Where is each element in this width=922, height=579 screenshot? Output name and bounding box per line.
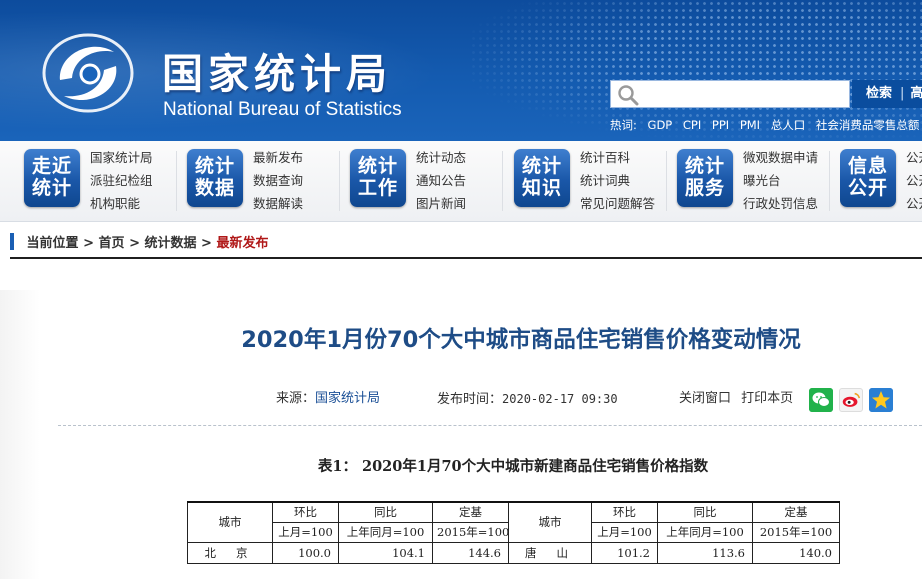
- value-cell: 140.0: [752, 541, 840, 564]
- nav-link[interactable]: 通知公告: [416, 172, 466, 195]
- search-button[interactable]: 检索 | 高: [852, 80, 922, 108]
- hot-word-link[interactable]: 总人口: [771, 118, 806, 132]
- nav-badge-data[interactable]: 统计 数据: [187, 149, 243, 207]
- nav-link[interactable]: 曝光台: [743, 172, 818, 195]
- nav-link[interactable]: 行政处罚信息: [743, 195, 818, 218]
- column-header-city: 城市: [187, 501, 273, 543]
- breadcrumb-statistics[interactable]: 统计数据: [145, 236, 197, 251]
- column-header-base: 定基: [752, 501, 840, 523]
- breadcrumb-label: 当前位置: [26, 236, 79, 251]
- wechat-share-icon[interactable]: [809, 388, 833, 412]
- nav-link[interactable]: 公开: [906, 149, 922, 172]
- column-header-yoy: 同比: [657, 501, 753, 523]
- hot-word-link[interactable]: 社会消费品零售总额: [816, 118, 920, 132]
- nav-group-disclosure: 信息 公开 公开 公开 公开: [840, 149, 922, 215]
- source-link[interactable]: 国家统计局: [315, 391, 380, 406]
- publish-time: 发布时间：2020-02-17 09:30: [437, 392, 618, 407]
- print-page-link[interactable]: 打印本页: [741, 391, 793, 406]
- search-input[interactable]: [645, 83, 845, 105]
- nav-badge-knowledge[interactable]: 统计 知识: [514, 149, 570, 207]
- column-base-2015: 2015年=100: [752, 521, 840, 543]
- nav-link[interactable]: 图片新闻: [416, 195, 466, 218]
- column-base-2015: 2015年=100: [432, 521, 509, 543]
- breadcrumb-separator: >: [201, 236, 212, 251]
- nav-link[interactable]: 常见问题解答: [580, 195, 655, 218]
- table-caption: 表1： 2020年1月70个大中城市新建商品住宅销售价格指数: [317, 458, 709, 475]
- hot-word-link[interactable]: PPI: [712, 118, 729, 132]
- nav-badge-work[interactable]: 统计 工作: [350, 149, 406, 207]
- nav-divider: [176, 151, 177, 211]
- city-cell: 唐山: [508, 541, 592, 564]
- breadcrumb-home[interactable]: 首页: [99, 236, 125, 251]
- hot-word-link[interactable]: PMI: [740, 118, 760, 132]
- nav-link[interactable]: 统计词典: [580, 172, 655, 195]
- advanced-search-link[interactable]: 高: [910, 86, 922, 101]
- article-source: 来源：国家统计局: [276, 391, 381, 406]
- main-nav: 走近 统计 国家统计局 派驻纪检组 机构职能 统计 数据 最新发布 数据查询 数…: [0, 141, 922, 222]
- article-title: 2020年1月份70个大中城市商品住宅销售价格变动情况: [241, 327, 801, 353]
- nav-badge-service[interactable]: 统计 服务: [677, 149, 733, 207]
- hot-word-link[interactable]: GDP: [648, 118, 673, 132]
- hot-words-bar: 热词: GDP CPI PPI PMI 总人口 社会消费品零售总额: [610, 117, 922, 133]
- nav-link[interactable]: 机构职能: [90, 195, 153, 218]
- nav-link[interactable]: 最新发布: [253, 149, 303, 172]
- breadcrumb-rule: [10, 257, 922, 259]
- column-header-city: 城市: [508, 501, 592, 543]
- article-actions: 关闭窗口 打印本页: [679, 389, 799, 409]
- price-index-table: 城市 环比 同比 定基 城市 环比 同比 定基 上月=100 上年同月=100 …: [187, 501, 840, 564]
- column-base-yoy: 上年同月=100: [338, 521, 433, 543]
- site-title-cn[interactable]: 国家统计局: [162, 40, 392, 100]
- column-header-mom: 环比: [272, 501, 339, 523]
- search-box: [610, 80, 850, 108]
- breadcrumb-separator: >: [129, 236, 140, 251]
- value-cell: 113.6: [657, 541, 753, 564]
- column-base-yoy: 上年同月=100: [657, 521, 753, 543]
- table-row: 北京 100.0 104.1 144.6 唐山 101.2 113.6 140.…: [187, 541, 840, 564]
- breadcrumb-current[interactable]: 最新发布: [216, 236, 268, 251]
- value-cell: 100.0: [272, 541, 339, 564]
- search-icon: [618, 85, 639, 106]
- nav-divider: [339, 151, 340, 211]
- nav-badge-about[interactable]: 走近 统计: [24, 149, 80, 207]
- column-base-mom: 上月=100: [591, 521, 658, 543]
- table-header-row: 城市 环比 同比 定基 城市 环比 同比 定基: [187, 501, 840, 543]
- nav-link[interactable]: 公开: [906, 172, 922, 195]
- weibo-share-icon[interactable]: [839, 388, 863, 412]
- breadcrumb: 当前位置 > 首页 > 统计数据 > 最新发布: [10, 233, 922, 253]
- column-header-mom: 环比: [591, 501, 658, 523]
- city-cell: 北京: [187, 541, 273, 564]
- nav-link[interactable]: 数据解读: [253, 195, 303, 218]
- nav-link[interactable]: 统计百科: [580, 149, 655, 172]
- nav-link[interactable]: 数据查询: [253, 172, 303, 195]
- value-cell: 104.1: [338, 541, 433, 564]
- meta-divider: [58, 425, 922, 426]
- value-cell: 144.6: [432, 541, 509, 564]
- value-cell: 101.2: [591, 541, 658, 564]
- nav-link[interactable]: 派驻纪检组: [90, 172, 153, 195]
- close-window-link[interactable]: 关闭窗口: [679, 391, 731, 406]
- column-base-mom: 上月=100: [272, 521, 339, 543]
- nav-divider: [666, 151, 667, 211]
- nav-link[interactable]: 公开: [906, 195, 922, 215]
- nav-divider: [502, 151, 503, 211]
- column-header-yoy: 同比: [338, 501, 433, 523]
- breadcrumb-separator: >: [83, 236, 94, 251]
- nav-link[interactable]: 微观数据申请: [743, 149, 818, 172]
- hot-word-link[interactable]: CPI: [683, 118, 701, 132]
- publish-time-value: 2020-02-17 09:30: [502, 392, 618, 406]
- nbs-logo-icon[interactable]: [40, 30, 136, 116]
- hot-words-label: 热词:: [610, 118, 637, 132]
- site-title-en[interactable]: National Bureau of Statistics: [163, 99, 402, 121]
- column-header-base: 定基: [432, 501, 509, 523]
- nav-link[interactable]: 国家统计局: [90, 149, 153, 172]
- qzone-share-icon[interactable]: [869, 388, 893, 412]
- breadcrumb-marker: [10, 233, 14, 250]
- site-header: 国家统计局 National Bureau of Statistics 检索 | 高…: [0, 0, 922, 141]
- nav-badge-disclosure[interactable]: 信息 公开: [840, 149, 896, 207]
- nav-link[interactable]: 统计动态: [416, 149, 466, 172]
- nav-divider: [829, 151, 830, 211]
